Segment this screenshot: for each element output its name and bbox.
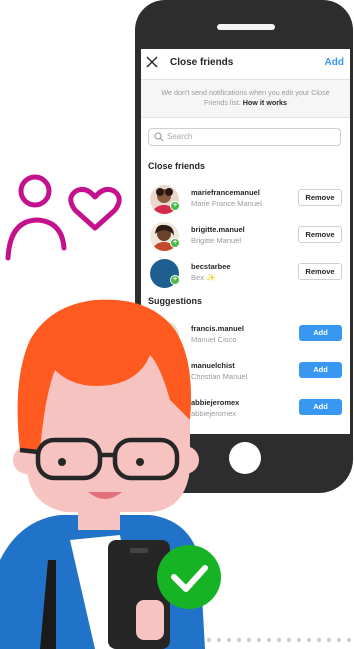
how-it-works-link[interactable]: How it works: [243, 98, 287, 107]
username: manuelchist: [191, 361, 235, 370]
username: brigitte.manuel: [191, 225, 245, 234]
search-icon: [154, 132, 164, 142]
search-input[interactable]: Search: [148, 128, 341, 146]
add-button[interactable]: Add: [325, 57, 344, 68]
remove-button[interactable]: Remove: [298, 189, 342, 206]
list-item: francis.manuel Manuel Cisco Add: [141, 319, 350, 355]
list-item: manuelchist Christian Manuel Add: [141, 356, 350, 392]
close-friend-badge: +: [170, 275, 180, 285]
close-friend-badge: +: [170, 238, 180, 248]
avatar: [150, 321, 179, 350]
home-button[interactable]: [229, 442, 261, 474]
full-name: Marie France Manuel: [191, 199, 262, 208]
section-close-friends: Close friends: [148, 161, 206, 171]
close-friends-screen: Close friends Add We don't send notifica…: [141, 49, 350, 434]
add-friend-button[interactable]: Add: [299, 399, 342, 415]
full-name: Manuel Cisco: [191, 335, 237, 344]
list-item: + brigitte.manuel Brigitte Manuel Remove: [141, 220, 350, 256]
remove-button[interactable]: Remove: [298, 263, 342, 280]
list-item: + mariefrancemanuel Marie France Manuel …: [141, 183, 350, 219]
page-title: Close friends: [170, 57, 234, 68]
username: becstarbee: [191, 262, 231, 271]
remove-button[interactable]: Remove: [298, 226, 342, 243]
notice-text: We don't send notifications when you edi…: [161, 88, 330, 97]
username: abbiejeromex: [191, 398, 240, 407]
phone-speaker: [217, 24, 275, 30]
close-friend-badge: +: [170, 201, 180, 211]
notice-banner: We don't send notifications when you edi…: [141, 80, 350, 118]
username: mariefrancemanuel: [191, 188, 260, 197]
username: francis.manuel: [191, 324, 244, 333]
list-item: abbiejeromex abbiejeromex Add: [141, 393, 350, 429]
full-name: Brigitte Manuel: [191, 236, 242, 245]
list-item: + becstarbee Bex ✨ Remove: [141, 257, 350, 293]
notice-text-2: Friends list.: [203, 98, 241, 107]
full-name: abbiejeromex: [191, 409, 237, 418]
close-icon[interactable]: [146, 56, 158, 68]
add-friend-button[interactable]: Add: [299, 362, 342, 378]
header-bar: Close friends Add: [141, 49, 350, 80]
add-friend-button[interactable]: Add: [299, 325, 342, 341]
dotted-divider: [206, 637, 352, 643]
search-placeholder: Search: [167, 132, 193, 141]
section-suggestions: Suggestions: [148, 296, 203, 306]
full-name: Bex ✨: [191, 273, 216, 282]
full-name: Christian Manuel: [191, 372, 248, 381]
